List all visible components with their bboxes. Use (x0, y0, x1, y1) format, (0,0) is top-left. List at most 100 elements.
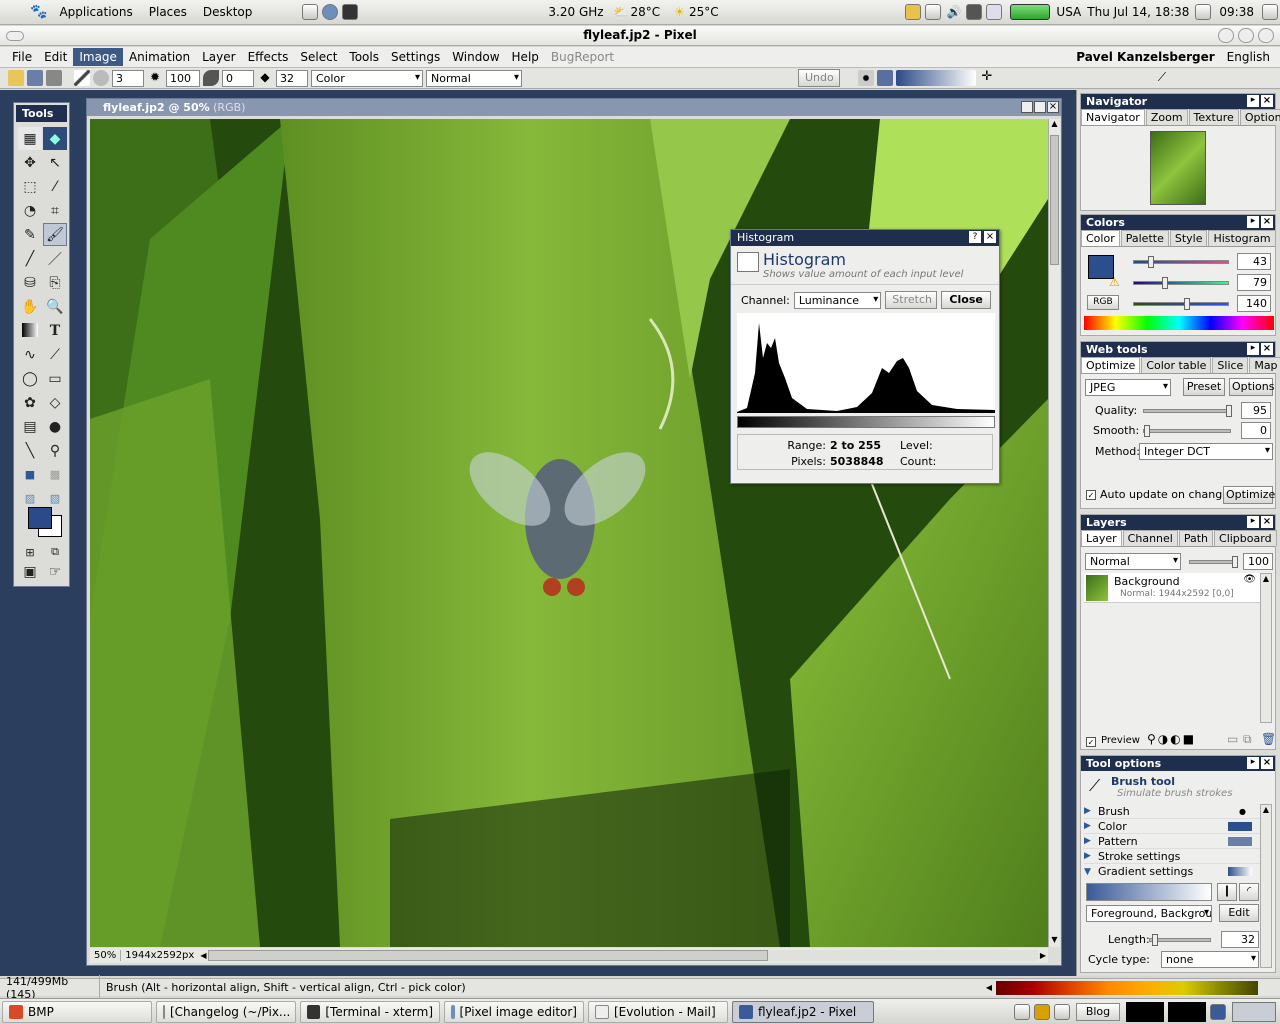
gradient-edit-button[interactable]: Edit (1219, 904, 1259, 922)
status-scroll-left-icon[interactable]: ◀ (982, 983, 996, 992)
line-tool-icon[interactable]: ／ (43, 247, 67, 270)
opacity-field[interactable]: 100 (166, 69, 200, 87)
blog-button[interactable]: Blog (1076, 1002, 1120, 1021)
open-folder-icon[interactable] (8, 70, 24, 86)
panel-close-icon[interactable]: × (1261, 757, 1273, 769)
new-layer-icon[interactable]: ▭ (1227, 732, 1238, 746)
pointer-tool-icon[interactable]: ↖ (43, 151, 67, 174)
path-tool-icon[interactable]: ∿ (18, 343, 42, 366)
color-model-button[interactable]: RGB (1087, 295, 1119, 310)
image-window-titlebar[interactable]: flyleaf.jp2 @ 50% (RGB) × (87, 99, 1061, 116)
horizontal-scroll-track[interactable] (208, 950, 1038, 961)
pick-color-icon[interactable]: ⟋ (1154, 70, 1170, 86)
format-select[interactable]: JPEG (1085, 379, 1171, 396)
task-evolution[interactable]: [Evolution - Mail] (588, 1000, 728, 1023)
lock-icon[interactable] (1034, 1003, 1050, 1020)
hand-tool-icon[interactable]: ✋ (18, 295, 42, 318)
layers-scrollbar[interactable]: ▲ (1260, 573, 1272, 723)
eyedropper-icon[interactable]: ╲ (18, 439, 42, 462)
places-menu[interactable]: Places (141, 5, 195, 19)
blue-slider[interactable] (1133, 298, 1229, 310)
volume-icon[interactable]: 🔊 (943, 5, 964, 19)
menu-animation[interactable]: Animation (123, 48, 196, 66)
zoom-tool-icon[interactable]: 🔍 (43, 295, 67, 318)
section-stroke[interactable]: ▶ Stroke settings (1084, 849, 1260, 864)
window-menu-button[interactable] (6, 31, 24, 41)
tab-optimize[interactable]: Optimize (1081, 357, 1141, 373)
green-value-field[interactable]: 79 (1237, 274, 1271, 291)
panel-expand-icon[interactable]: ▸ (1247, 343, 1259, 355)
workspace-pager[interactable] (1232, 1001, 1276, 1022)
blend-mode-select[interactable]: Normal (426, 69, 522, 87)
minimize-button[interactable] (1218, 28, 1234, 43)
tab-palette[interactable]: Palette (1120, 230, 1169, 246)
optimize-button[interactable]: Optimize (1223, 486, 1275, 504)
panel-expand-icon[interactable]: ▸ (1247, 216, 1259, 228)
menu-help[interactable]: Help (506, 48, 545, 66)
angle-field[interactable]: 0 (222, 69, 254, 87)
desktop-menu[interactable]: Desktop (195, 5, 261, 19)
workspace-switcher-icon[interactable] (1195, 4, 1212, 20)
close-button[interactable] (1258, 28, 1274, 43)
shape-tool-icon[interactable]: ✿ (18, 391, 42, 414)
options-button[interactable]: Options (1229, 378, 1274, 396)
gradient-preview-icon[interactable] (896, 70, 976, 86)
mode-normal-icon[interactable]: ■ (18, 463, 42, 486)
menu-file[interactable]: File (6, 48, 38, 66)
quality-slider[interactable] (1143, 405, 1232, 417)
panel-close-icon[interactable]: × (1261, 343, 1273, 355)
tray-icon[interactable] (1262, 4, 1278, 20)
dialog-close-icon[interactable]: × (984, 231, 996, 243)
user-icon[interactable] (905, 4, 922, 20)
ellipse-tool-icon[interactable]: ◯ (18, 367, 42, 390)
layer-row[interactable]: Background Normal: 1944x2592 [0,0] 👁 (1084, 573, 1260, 603)
move-tool-icon[interactable]: ✥ (18, 151, 42, 174)
tab-zoom[interactable]: Zoom (1145, 109, 1188, 125)
applications-menu[interactable]: Applications (51, 5, 140, 19)
gradient-type-button[interactable]: ❙ (1217, 883, 1237, 901)
length-field[interactable]: 32 (1221, 931, 1259, 948)
section-color[interactable]: ▶ Color (1084, 819, 1260, 834)
scroll-down-icon[interactable]: ▼ (1049, 935, 1060, 947)
tab-path[interactable]: Path (1178, 530, 1214, 546)
maximize-button[interactable] (1238, 28, 1254, 43)
gradient-shape-button[interactable]: ◜ (1239, 883, 1259, 901)
gradient-tool-icon[interactable] (22, 323, 38, 337)
tab-style[interactable]: Style (1169, 230, 1208, 246)
red-slider[interactable] (1133, 256, 1229, 268)
crop-tool-icon[interactable]: ⌗ (43, 199, 67, 222)
pencil-icon[interactable]: ✎ (18, 223, 42, 246)
delete-layer-icon[interactable]: 🗑 (1261, 732, 1276, 746)
task-changelog[interactable]: [Changelog (~/Pix... (156, 1000, 296, 1023)
quality-field[interactable]: 95 (1241, 402, 1271, 419)
layer-effect-icons[interactable]: ⚲◑◐■ (1147, 732, 1196, 746)
color-replace-icon[interactable]: ⚲ (43, 439, 67, 462)
tab-channel[interactable]: Channel (1122, 530, 1178, 546)
help-icon[interactable]: ? (969, 231, 981, 243)
mode-grid-icon[interactable]: ▩ (43, 463, 67, 486)
duplicate-layer-icon[interactable]: ⧉ (1243, 732, 1252, 747)
image-window-maximize-icon[interactable] (1034, 101, 1046, 113)
tab-clipboard[interactable]: Clipboard (1214, 530, 1277, 546)
preview-label[interactable]: Preview (1101, 735, 1140, 746)
lasso-icon[interactable]: ◔ (18, 199, 42, 222)
red-value-field[interactable]: 43 (1237, 253, 1271, 270)
task-pixel[interactable]: flyleaf.jp2 - Pixel (732, 1000, 874, 1023)
network-icon[interactable] (966, 4, 983, 20)
tab-navigator[interactable]: Navigator (1081, 109, 1145, 125)
undo-button[interactable]: Undo (798, 69, 840, 87)
paint-mode-select[interactable]: Color (311, 69, 423, 87)
measure-icon[interactable]: ⟋ (43, 343, 67, 366)
brush-icon[interactable] (74, 70, 90, 86)
menu-effects[interactable]: Effects (242, 48, 295, 66)
menu-select[interactable]: Select (294, 48, 343, 66)
home-launcher-icon[interactable] (302, 4, 319, 20)
menu-settings[interactable]: Settings (385, 48, 446, 66)
navigator-thumbnail[interactable] (1150, 131, 1206, 205)
rectangle-tool-icon[interactable]: ▭ (43, 367, 67, 390)
scroll-right-icon[interactable]: ▶ (1038, 951, 1048, 960)
preview-checkbox[interactable]: ✓ (1086, 737, 1096, 747)
image-window-close-icon[interactable]: × (1047, 101, 1059, 113)
layer-opacity-slider[interactable] (1189, 556, 1238, 568)
section-gradient[interactable]: ▼ Gradient settings (1084, 864, 1260, 879)
